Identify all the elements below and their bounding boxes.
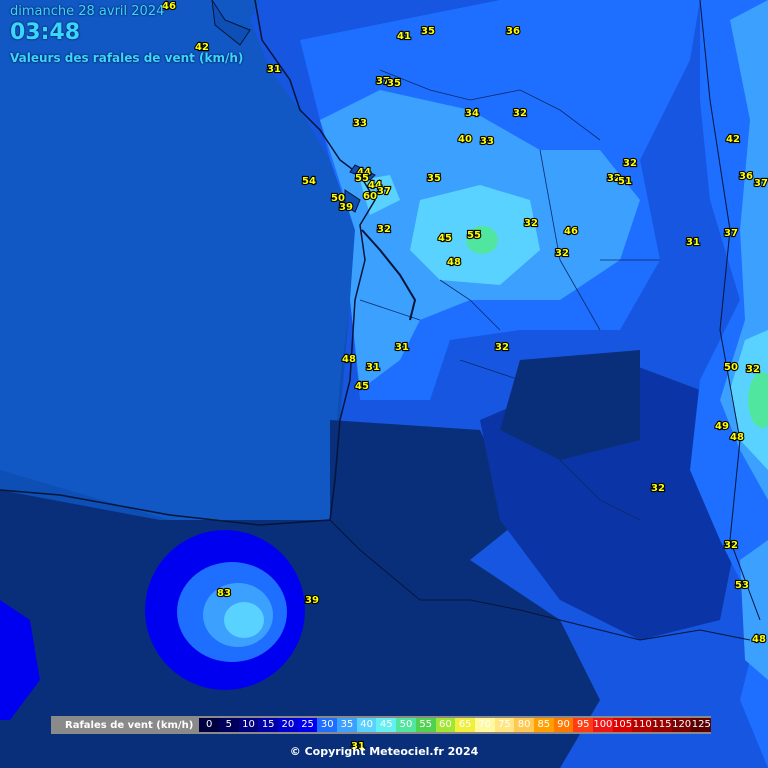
gust-value-label: 54 [302,176,316,187]
gust-value-label: 48 [730,432,744,443]
legend-title: Rafales de vent (km/h) [65,719,194,731]
gust-value-label: 32 [724,540,738,551]
legend-step: 120 [671,718,692,732]
legend-step: 10 [238,718,259,732]
legend-step: 105 [612,718,633,732]
gust-value-label: 55 [467,230,481,241]
gust-value-label: 31 [366,362,380,373]
gust-value-label: 31 [686,237,700,248]
gust-value-label: 31 [395,342,409,353]
gust-value-label: 35 [427,173,441,184]
legend-step: 75 [494,718,515,732]
gust-value-label: 42 [726,134,740,145]
legend-step: 15 [258,718,279,732]
biscay-cell-40 [224,602,264,638]
map-subtitle: Valeurs des rafales de vent (km/h) [10,51,244,65]
legend-step: 55 [415,718,436,732]
gust-value-label: 37 [724,228,738,239]
legend-step: 70 [474,718,495,732]
legend-step: 45 [376,718,397,732]
gust-value-label: 35 [421,26,435,37]
gust-value-label: 55 [355,173,369,184]
gust-value-label: 31 [267,64,281,75]
gust-value-label: 33 [353,118,367,129]
gust-value-label: 35 [387,78,401,89]
gust-value-label: 41 [397,31,411,42]
gust-value-label: 37 [377,186,391,197]
gust-value-label: 60 [363,191,377,202]
map-time: 03:48 [10,20,81,45]
legend-step: 20 [278,718,298,732]
gust-value-label: 32 [555,248,569,259]
gust-value-label: 32 [495,342,509,353]
legend-step: 30 [317,718,338,732]
legend-step: 100 [593,718,613,732]
legend-step: 115 [652,718,672,732]
legend-scale: 0 5 10 15 20 25 30 35 40 45 50 55 60 65 70 75 80 85 90 95 10… [199,718,712,732]
gust-value-label: 32 [746,364,760,375]
gust-value-label: 83 [217,588,231,599]
legend-step: 25 [297,718,318,732]
gust-value-label: 36 [506,26,520,37]
gust-value-label: 39 [339,202,353,213]
gust-value-label: 32 [623,158,637,169]
map-date: dimanche 28 avril 2024 [10,4,165,19]
gust-value-label: 39 [305,595,319,606]
legend-step: 60 [435,718,456,732]
gust-value-label: 37 [754,178,768,189]
gust-value-label: 32 [524,218,538,229]
legend-step: 90 [553,718,574,732]
legend-step: 125 [691,718,712,732]
gust-value-label: 48 [752,634,766,645]
gust-value-label: 51 [618,176,632,187]
gust-value-label: 49 [715,421,729,432]
legend-step: 85 [533,718,554,732]
gust-legend: Rafales de vent (km/h) 0 5 10 15 20 25 30 35 40 4… [51,716,712,734]
gust-value-label: 46 [564,226,578,237]
legend-step: 65 [455,718,475,732]
gust-value-label: 32 [651,483,665,494]
gust-value-label: 45 [438,233,452,244]
legend-step: 50 [396,718,416,732]
legend-step: 0 [199,718,219,732]
gust-value-label: 48 [447,257,461,268]
gust-value-label: 45 [355,381,369,392]
copyright: © Copyright Meteociel.fr 2024 [289,745,479,758]
gust-value-label: 48 [342,354,356,365]
gust-value-label: 32 [377,224,391,235]
legend-step: 110 [632,718,653,732]
gust-value-label: 36 [739,171,753,182]
legend-step: 5 [218,718,239,732]
gust-value-label: 33 [480,136,494,147]
gust-value-label: 32 [513,108,527,119]
gust-value-label: 53 [735,580,749,591]
gust-value-label: 34 [465,108,479,119]
gust-value-label: 40 [458,134,472,145]
legend-step: 40 [356,718,377,732]
legend-step: 95 [573,718,594,732]
wind-gust-map: 46423141 35 36373534 323340 33 42544455443735… [0,0,768,768]
legend-step: 80 [514,718,534,732]
gust-value-label: 50 [724,362,738,373]
legend-step: 35 [337,718,357,732]
